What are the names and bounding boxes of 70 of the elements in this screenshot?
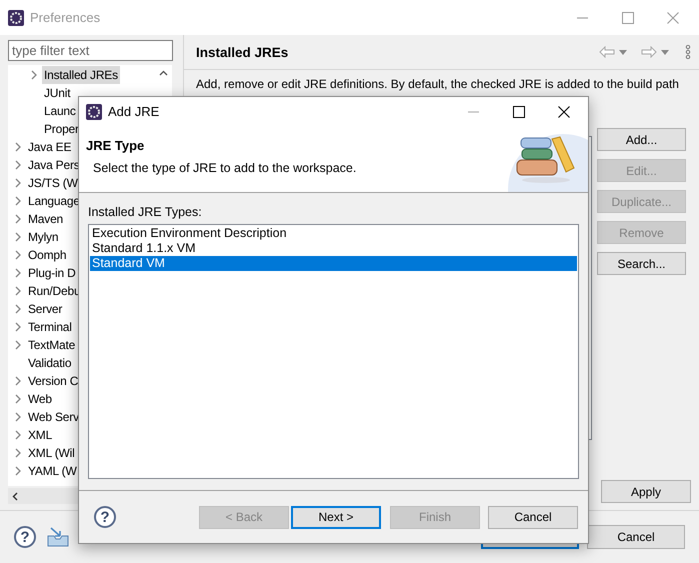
list-item[interactable]: Execution Environment Description (90, 226, 577, 241)
list-item[interactable]: Standard VM (90, 256, 577, 271)
tree-item[interactable]: Launc (42, 102, 78, 120)
tree-item[interactable]: Terminal (26, 318, 74, 336)
tree-item[interactable]: Server (26, 300, 64, 318)
expand-icon[interactable] (14, 142, 22, 152)
expand-icon[interactable] (14, 250, 22, 260)
tree-item[interactable]: Proper (42, 120, 81, 138)
cancel-button[interactable]: Cancel (587, 525, 685, 549)
tree-item[interactable]: XML (26, 426, 54, 444)
tree-item[interactable]: Version C (26, 372, 80, 390)
back-arrow-icon[interactable] (599, 46, 615, 58)
list-label: Installed JRE Types: (88, 205, 203, 219)
expand-icon[interactable] (14, 232, 22, 242)
expand-icon[interactable] (14, 304, 22, 314)
help-button[interactable]: ? (14, 526, 36, 548)
app-icon (8, 10, 24, 26)
forward-arrow-icon[interactable] (641, 46, 657, 58)
expand-icon[interactable] (14, 214, 22, 224)
tree-item[interactable]: Plug-in D (26, 264, 78, 282)
dropdown-icon[interactable] (619, 50, 627, 54)
tree-item[interactable]: TextMate (26, 336, 78, 354)
filter-field[interactable]: type filter text (8, 40, 173, 61)
tree-item[interactable]: Mylyn (26, 228, 60, 246)
wizard-button[interactable]: Cancel (488, 506, 578, 528)
tree-item[interactable]: Validatio (26, 354, 74, 372)
tree-item[interactable]: Maven (26, 210, 66, 228)
expand-icon[interactable] (14, 160, 22, 170)
dialog-title: Add JRE (108, 104, 160, 119)
expand-icon[interactable] (30, 70, 38, 80)
tree-item[interactable]: XML (Wil (26, 444, 77, 462)
menu-icon[interactable] (685, 45, 691, 59)
import-icon[interactable] (46, 526, 70, 548)
tree-item[interactable]: Java EE (26, 138, 74, 156)
window-title: Preferences (30, 10, 102, 25)
tree-item[interactable]: JUnit (42, 84, 72, 102)
scroll-up-icon[interactable] (159, 70, 168, 76)
expand-icon[interactable] (14, 178, 22, 188)
page-description: Add, remove or edit JRE definitions. By default, the checked JRE is added to the build path (195, 76, 680, 91)
dropdown-icon[interactable] (661, 50, 669, 54)
expand-icon[interactable] (14, 322, 22, 332)
close-icon[interactable] (558, 106, 570, 118)
expand-icon[interactable] (14, 196, 22, 206)
page-title: Installed JREs (196, 44, 290, 60)
tree-item[interactable]: Web (26, 390, 54, 408)
expand-icon[interactable] (14, 412, 22, 422)
page-heading: JRE Type (86, 138, 146, 153)
list-item[interactable]: Standard 1.1.x VM (90, 241, 577, 256)
expand-icon[interactable] (14, 340, 22, 350)
expand-icon[interactable] (14, 448, 22, 458)
page-button[interactable]: Add... (597, 128, 686, 151)
wizard-button[interactable]: Next > (291, 506, 381, 528)
scroll-left-icon[interactable] (12, 492, 18, 500)
maximize-icon[interactable] (513, 106, 525, 118)
tree-item[interactable]: YAML (W (26, 462, 79, 480)
page-description: Select the type of JRE to add to the workspace. (92, 161, 358, 175)
expand-icon[interactable] (14, 430, 22, 440)
app-icon (86, 104, 102, 120)
expand-icon[interactable] (14, 286, 22, 296)
help-button[interactable]: ? (94, 506, 116, 528)
tree-item[interactable]: Installed JREs (42, 66, 120, 84)
tree-item[interactable]: Web Serv (26, 408, 81, 426)
tree-item[interactable]: Language (26, 192, 82, 210)
expand-icon[interactable] (14, 466, 22, 476)
expand-icon[interactable] (14, 394, 22, 404)
page-button[interactable]: Search... (597, 252, 686, 275)
expand-icon[interactable] (14, 376, 22, 386)
apply-button[interactable]: Apply (601, 480, 691, 503)
expand-icon[interactable] (14, 268, 22, 278)
tree-item[interactable]: Oomph (26, 246, 68, 264)
